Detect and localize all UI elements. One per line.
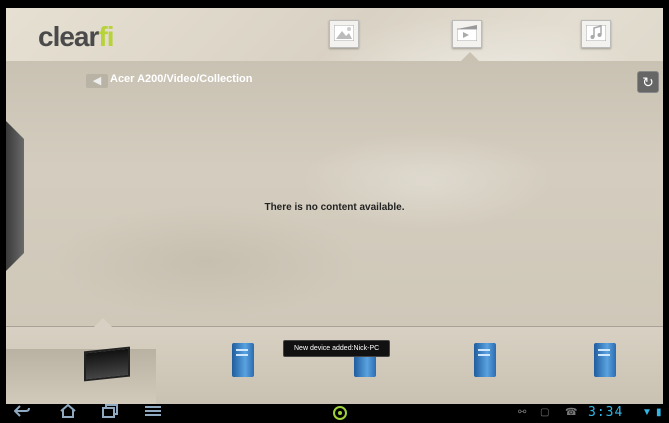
music-icon <box>585 24 607 44</box>
recent-apps-icon[interactable] <box>100 404 120 422</box>
selected-device-highlight <box>6 349 156 404</box>
server-icon <box>594 343 616 377</box>
app-launcher-icon[interactable] <box>333 406 347 420</box>
device-server-4[interactable] <box>594 343 616 377</box>
nav-videos-button[interactable] <box>452 20 482 48</box>
empty-state-message: There is no content available. <box>264 202 405 213</box>
breadcrumb-path: Acer A200/Video/Collection <box>110 73 253 85</box>
device-selection-pointer <box>94 318 112 327</box>
nav-music-button[interactable] <box>581 20 611 48</box>
system-clock[interactable]: 3:34 <box>588 404 623 422</box>
home-icon[interactable] <box>58 403 78 422</box>
server-icon <box>474 343 496 377</box>
device-server-3[interactable] <box>474 343 496 377</box>
device-bar <box>6 318 663 404</box>
menu-icon[interactable] <box>143 404 163 422</box>
battery-icon: ▮ <box>656 407 662 418</box>
system-bar: ⚯ ▢ ☎ 3:34 ▼ ▮ <box>0 403 669 422</box>
device-local-tablet[interactable] <box>84 346 130 382</box>
nav-photos-button[interactable] <box>329 20 359 48</box>
top-navigation: clearfi <box>6 8 663 61</box>
back-icon[interactable] <box>12 404 32 422</box>
usb-icon: ⚯ <box>518 407 527 418</box>
server-icon <box>232 343 254 377</box>
video-icon <box>456 24 478 44</box>
wifi-icon: ▼ <box>642 407 652 418</box>
clearfi-logo: clearfi <box>38 21 115 52</box>
content-panel: ◀ Acer A200/Video/Collection ↻ There is … <box>6 61 663 326</box>
nav-selection-pointer <box>461 52 479 61</box>
alarm-icon: ☎ <box>565 407 578 418</box>
lock-icon: ▢ <box>540 407 550 418</box>
side-drawer-handle[interactable] <box>6 121 24 271</box>
back-arrow-icon[interactable]: ◀ <box>86 74 108 88</box>
toast-notification: New device added:Nick-PC <box>283 340 391 357</box>
monitor-icon <box>84 346 130 382</box>
photo-icon <box>333 24 355 44</box>
device-server-1[interactable] <box>232 343 254 377</box>
refresh-icon[interactable]: ↻ <box>637 71 659 93</box>
